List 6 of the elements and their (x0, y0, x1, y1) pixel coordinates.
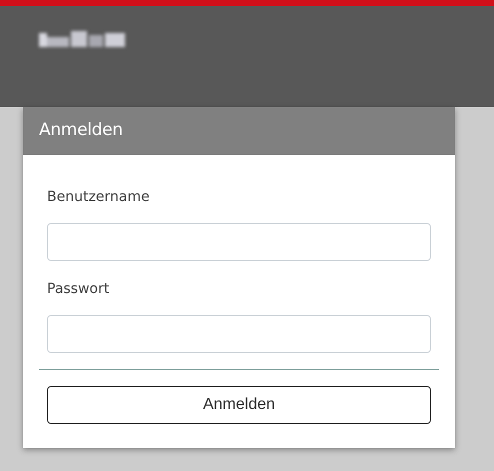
field-label: Passwort (47, 280, 110, 299)
field-label: Benutzername (47, 188, 151, 207)
input-field[interactable] (47, 315, 431, 353)
login-button[interactable]: Anmelden (47, 386, 431, 424)
card-title: Anmelden (39, 119, 123, 142)
input-field[interactable] (47, 223, 431, 261)
